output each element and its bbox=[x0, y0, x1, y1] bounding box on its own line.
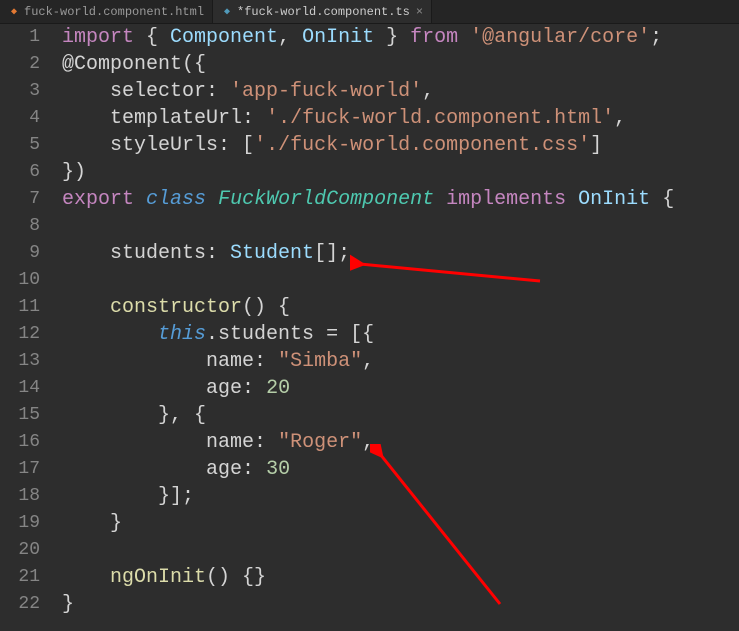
code-line: }, { bbox=[62, 402, 739, 429]
code-line bbox=[62, 213, 739, 240]
line-number: 10 bbox=[0, 267, 40, 294]
code-editor[interactable]: 1 2 3 4 5 6 7 8 9 10 11 12 13 14 15 16 1… bbox=[0, 24, 739, 631]
line-number: 21 bbox=[0, 564, 40, 591]
line-number: 13 bbox=[0, 348, 40, 375]
line-number: 22 bbox=[0, 591, 40, 618]
line-gutter: 1 2 3 4 5 6 7 8 9 10 11 12 13 14 15 16 1… bbox=[0, 24, 48, 631]
code-line: students: Student[]; bbox=[62, 240, 739, 267]
code-line: selector: 'app-fuck-world', bbox=[62, 78, 739, 105]
close-icon[interactable]: × bbox=[416, 5, 423, 19]
line-number: 9 bbox=[0, 240, 40, 267]
line-number: 7 bbox=[0, 186, 40, 213]
code-line: name: "Simba", bbox=[62, 348, 739, 375]
code-line: age: 20 bbox=[62, 375, 739, 402]
tab-label: fuck-world.component.html bbox=[24, 5, 204, 19]
line-number: 2 bbox=[0, 51, 40, 78]
line-number: 18 bbox=[0, 483, 40, 510]
line-number: 5 bbox=[0, 132, 40, 159]
code-line: name: "Roger", bbox=[62, 429, 739, 456]
code-line: age: 30 bbox=[62, 456, 739, 483]
code-line: styleUrls: ['./fuck-world.component.css'… bbox=[62, 132, 739, 159]
line-number: 1 bbox=[0, 24, 40, 51]
code-line: this.students = [{ bbox=[62, 321, 739, 348]
code-line bbox=[62, 537, 739, 564]
code-line bbox=[62, 267, 739, 294]
code-line: } bbox=[62, 591, 739, 618]
code-line: }) bbox=[62, 159, 739, 186]
code-line: } bbox=[62, 510, 739, 537]
tab-html[interactable]: ◆ fuck-world.component.html bbox=[0, 0, 213, 23]
line-number: 16 bbox=[0, 429, 40, 456]
ts-file-icon: ◆ bbox=[221, 6, 233, 18]
line-number: 12 bbox=[0, 321, 40, 348]
line-number: 6 bbox=[0, 159, 40, 186]
code-area[interactable]: import { Component, OnInit } from '@angu… bbox=[48, 24, 739, 631]
line-number: 11 bbox=[0, 294, 40, 321]
code-line: constructor() { bbox=[62, 294, 739, 321]
tab-bar: ◆ fuck-world.component.html ◆ *fuck-worl… bbox=[0, 0, 739, 24]
line-number: 20 bbox=[0, 537, 40, 564]
code-line: export class FuckWorldComponent implemen… bbox=[62, 186, 739, 213]
tab-ts[interactable]: ◆ *fuck-world.component.ts × bbox=[213, 0, 432, 23]
line-number: 3 bbox=[0, 78, 40, 105]
line-number: 14 bbox=[0, 375, 40, 402]
line-number: 8 bbox=[0, 213, 40, 240]
html-file-icon: ◆ bbox=[8, 6, 20, 18]
code-line: }]; bbox=[62, 483, 739, 510]
line-number: 15 bbox=[0, 402, 40, 429]
tab-label: *fuck-world.component.ts bbox=[237, 5, 410, 19]
code-line: import { Component, OnInit } from '@angu… bbox=[62, 24, 739, 51]
code-line: templateUrl: './fuck-world.component.htm… bbox=[62, 105, 739, 132]
code-line: @Component({ bbox=[62, 51, 739, 78]
line-number: 19 bbox=[0, 510, 40, 537]
line-number: 17 bbox=[0, 456, 40, 483]
code-line: ngOnInit() {} bbox=[62, 564, 739, 591]
line-number: 4 bbox=[0, 105, 40, 132]
